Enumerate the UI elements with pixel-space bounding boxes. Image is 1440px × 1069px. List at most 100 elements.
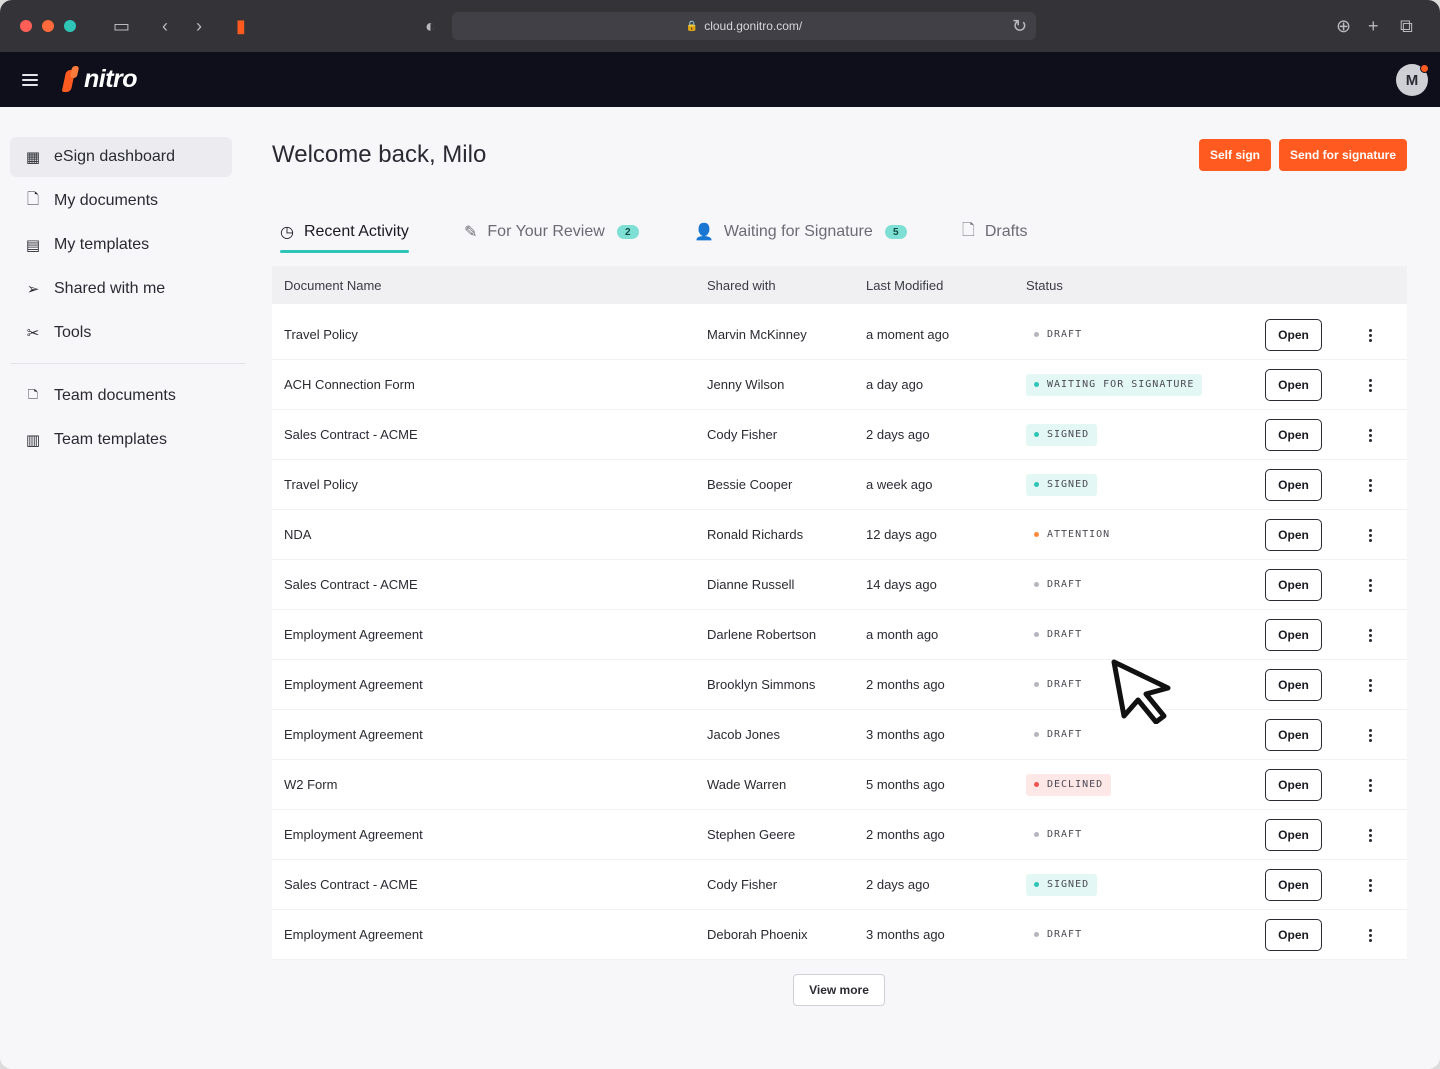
document-name[interactable]: Employment Agreement [284, 827, 423, 842]
reload-icon[interactable]: ↻ [1012, 16, 1027, 36]
table-row[interactable]: Travel Policy Bessie Cooper a week ago SIGN… [272, 460, 1407, 510]
table-row[interactable]: NDA Ronald Richards 12 days ago ATTENTION Op… [272, 510, 1407, 560]
more-options-icon[interactable] [1366, 625, 1374, 645]
menu-icon[interactable] [22, 71, 38, 89]
avatar[interactable]: M [1396, 64, 1429, 96]
tab-overview-icon[interactable]: ⧉ [1400, 16, 1413, 36]
tab-recent-activity[interactable]: ◷ Recent Activity [280, 213, 409, 253]
table-row[interactable]: Employment Agreement Deborah Phoenix 3 mon… [272, 910, 1407, 960]
open-button[interactable]: Open [1265, 619, 1322, 651]
open-button[interactable]: Open [1265, 869, 1322, 901]
document-name[interactable]: Sales Contract - ACME [284, 877, 418, 892]
open-button[interactable]: Open [1265, 769, 1322, 801]
open-button[interactable]: Open [1265, 319, 1322, 351]
sidebar-item-shared-with-me[interactable]: ➢ Shared with me [10, 269, 240, 309]
close-window-button[interactable] [20, 20, 32, 32]
tab-for-your-review[interactable]: ✎ For Your Review 2 [464, 213, 639, 251]
document-name[interactable]: W2 Form [284, 777, 337, 792]
open-button[interactable]: Open [1265, 519, 1322, 551]
open-button[interactable]: Open [1265, 369, 1322, 401]
address-bar[interactable]: 🔒 cloud.gonitro.com/ [452, 12, 1036, 40]
open-button[interactable]: Open [1265, 819, 1322, 851]
table-row[interactable]: W2 Form Wade Warren 5 months ago DECLINED Op… [272, 760, 1407, 810]
status-text: ATTENTION [1047, 529, 1111, 540]
self-sign-button[interactable]: Self sign [1199, 139, 1271, 171]
open-button[interactable]: Open [1265, 419, 1322, 451]
open-button[interactable]: Open [1265, 669, 1322, 701]
status-badge: DRAFT [1026, 673, 1091, 696]
more-options-icon[interactable] [1366, 775, 1374, 795]
tab-drafts[interactable]: 🗋 Drafts [962, 213, 1028, 251]
more-options-icon[interactable] [1366, 875, 1374, 895]
shield-icon[interactable]: ◐ [425, 16, 436, 36]
table-row[interactable]: Sales Contract - ACME Cody Fisher 2 days a… [272, 860, 1407, 910]
more-options-icon[interactable] [1366, 325, 1374, 345]
maximize-window-button[interactable] [64, 20, 76, 32]
table-row[interactable]: Employment Agreement Stephen Geere 2 month… [272, 810, 1407, 860]
table-row[interactable]: Sales Contract - ACME Cody Fisher 2 days a… [272, 410, 1407, 460]
table-row[interactable]: Employment Agreement Jacob Jones 3 months … [272, 710, 1407, 760]
document-name[interactable]: Sales Contract - ACME [284, 427, 418, 442]
sidebar-toggle-icon[interactable]: ▭ [113, 16, 130, 36]
status-dot-icon [1034, 382, 1039, 387]
column-header-document-name[interactable]: Document Name [284, 278, 382, 293]
more-options-icon[interactable] [1366, 575, 1374, 595]
column-header-shared-with[interactable]: Shared with [707, 278, 776, 293]
clock-icon: ◷ [280, 224, 294, 241]
sidebar-item-esign-dashboard[interactable]: ▦ eSign dashboard [10, 137, 232, 177]
window-controls [20, 20, 76, 32]
status-dot-icon [1034, 432, 1039, 437]
document-icon: 🗋 [26, 190, 40, 208]
open-button[interactable]: Open [1265, 469, 1322, 501]
tools-icon: ✂ [26, 325, 40, 342]
table-row[interactable]: ACH Connection Form Jenny Wilson a day ago… [272, 360, 1407, 410]
more-options-icon[interactable] [1366, 825, 1374, 845]
document-name[interactable]: Sales Contract - ACME [284, 577, 418, 592]
sidebar-item-team-documents[interactable]: 🗅 Team documents [10, 376, 240, 416]
page-title: Welcome back, Milo [272, 141, 487, 168]
sidebar-item-label: My templates [54, 236, 150, 253]
more-options-icon[interactable] [1366, 475, 1374, 495]
view-more-button[interactable]: View more [793, 974, 885, 1006]
document-name[interactable]: ACH Connection Form [284, 377, 415, 392]
sidebar-item-my-templates[interactable]: ▤ My templates [10, 225, 240, 265]
table-row[interactable]: Sales Contract - ACME Dianne Russell 14 da… [272, 560, 1407, 610]
open-button[interactable]: Open [1265, 719, 1322, 751]
document-name[interactable]: Employment Agreement [284, 727, 423, 742]
forward-icon[interactable]: › [196, 16, 202, 36]
new-tab-icon[interactable]: + [1368, 16, 1379, 36]
more-options-icon[interactable] [1366, 925, 1374, 945]
open-button[interactable]: Open [1265, 569, 1322, 601]
more-options-icon[interactable] [1366, 675, 1374, 695]
more-options-icon[interactable] [1366, 375, 1374, 395]
table-row[interactable]: Employment Agreement Brooklyn Simmons 2 mo… [272, 660, 1407, 710]
tab-waiting-for-signature[interactable]: 👤 Waiting for Signature 5 [694, 213, 907, 251]
document-name[interactable]: Travel Policy [284, 327, 358, 342]
table-row[interactable]: Employment Agreement Darlene Robertson a m… [272, 610, 1407, 660]
more-options-icon[interactable] [1366, 525, 1374, 545]
back-icon[interactable]: ‹ [162, 16, 168, 36]
nitro-logo-mark [62, 66, 82, 94]
extension-icon[interactable]: ▮ [236, 16, 246, 36]
sidebar-item-team-templates[interactable]: ▥ Team templates [10, 420, 240, 460]
send-for-signature-button[interactable]: Send for signature [1279, 139, 1407, 171]
shared-with: Bessie Cooper [707, 477, 793, 492]
shared-with: Dianne Russell [707, 577, 795, 592]
status-text: DRAFT [1047, 629, 1083, 640]
document-name[interactable]: Employment Agreement [284, 927, 423, 942]
column-header-last-modified[interactable]: Last Modified [866, 278, 943, 293]
nitro-logo[interactable]: nitro [62, 65, 138, 94]
document-name[interactable]: Employment Agreement [284, 677, 423, 692]
open-button[interactable]: Open [1265, 919, 1322, 951]
sidebar-item-tools[interactable]: ✂ Tools [10, 313, 240, 353]
minimize-window-button[interactable] [42, 20, 54, 32]
more-options-icon[interactable] [1366, 725, 1374, 745]
more-options-icon[interactable] [1366, 425, 1374, 445]
table-row[interactable]: Travel Policy Marvin McKinney a moment ago… [272, 310, 1407, 360]
document-name[interactable]: Employment Agreement [284, 627, 423, 642]
download-icon[interactable]: ⊕ [1336, 16, 1351, 36]
sidebar-item-my-documents[interactable]: 🗋 My documents [10, 181, 240, 221]
document-name[interactable]: NDA [284, 527, 311, 542]
document-name[interactable]: Travel Policy [284, 477, 358, 492]
column-header-status[interactable]: Status [1026, 278, 1063, 293]
